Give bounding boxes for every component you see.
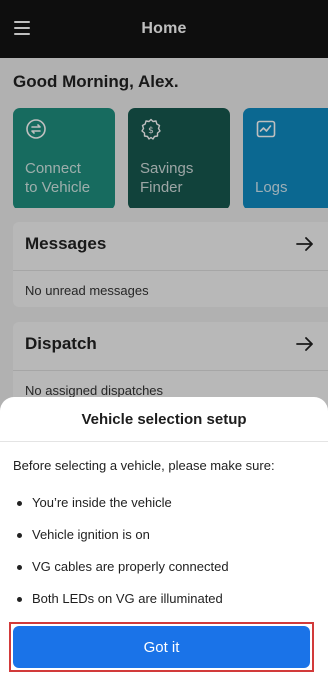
checklist-item: You’re inside the vehicle [13,495,229,527]
checklist-item: VG cables are properly connected [13,559,229,591]
checklist-item: Vehicle ignition is on [13,527,229,559]
vehicle-selection-setup-sheet: Vehicle selection setup Before selecting… [0,397,328,678]
divider [0,441,328,442]
sheet-intro-text: Before selecting a vehicle, please make … [13,458,275,473]
got-it-button[interactable]: Got it [13,626,310,668]
sheet-title: Vehicle selection setup [81,411,247,428]
setup-checklist: You’re inside the vehicle Vehicle igniti… [13,495,229,623]
checklist-item: Both LEDs on VG are illuminated [13,591,229,623]
got-it-highlight: Got it [9,622,314,672]
app-root: Home Good Morning, Alex. Connect to Vehi… [0,0,328,678]
